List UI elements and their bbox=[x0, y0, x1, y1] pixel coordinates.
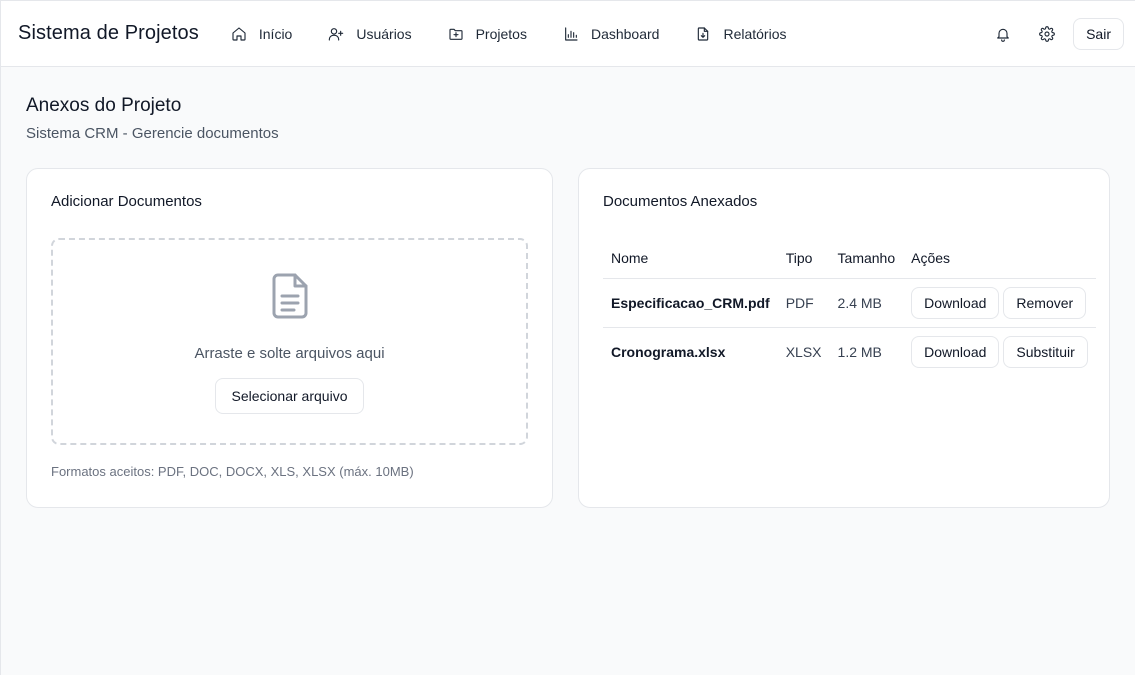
document-size: 2.4 MB bbox=[829, 278, 904, 328]
documents-card: Documentos Anexados Nome Tipo Tamanho Aç… bbox=[578, 168, 1110, 508]
brand-title: Sistema de Projetos bbox=[18, 22, 199, 44]
dropzone-text: Arraste e solte arquivos aqui bbox=[194, 345, 385, 362]
replace-button[interactable]: Substituir bbox=[1003, 335, 1088, 368]
download-button[interactable]: Download bbox=[911, 286, 1000, 319]
download-button[interactable]: Download bbox=[911, 335, 1000, 368]
column-header-tamanho: Tamanho bbox=[829, 238, 904, 279]
folder-plus-icon bbox=[449, 28, 463, 40]
upload-card: Adicionar Documentos Arraste e solte arq… bbox=[26, 168, 553, 508]
column-header-acoes: Ações bbox=[903, 238, 1096, 279]
main-nav: Início Usuários Projetos Dashboard Relat… bbox=[223, 18, 815, 50]
document-size: 1.2 MB bbox=[837, 343, 882, 360]
document-actions: Download Substituir bbox=[903, 327, 1096, 376]
nav-item-dashboard[interactable]: Dashboard bbox=[555, 18, 678, 50]
nav-item-label: Relatórios bbox=[723, 25, 787, 42]
remove-button[interactable]: Remover bbox=[1003, 286, 1087, 319]
table-row: Especificacao_CRM.pdf PDF 2.4 MB Downloa… bbox=[603, 278, 1096, 328]
content-grid: Adicionar Documentos Arraste e solte arq… bbox=[26, 168, 1110, 508]
document-type: PDF bbox=[777, 278, 830, 328]
bar-chart-icon bbox=[565, 26, 578, 41]
nav-item-label: Dashboard bbox=[590, 25, 660, 42]
nav-item-label: Início bbox=[258, 25, 293, 42]
file-download-icon bbox=[698, 26, 709, 41]
document-name: Especificacao_CRM.pdf bbox=[603, 278, 778, 328]
nav-item-usuarios[interactable]: Usuários bbox=[320, 18, 429, 50]
file-dropzone[interactable]: Arraste e solte arquivos aqui Selecionar… bbox=[51, 238, 528, 445]
table-row: Cronograma.xlsx XLSX 1.2 MB Download Sub… bbox=[603, 327, 1096, 376]
logout-button[interactable]: Sair bbox=[1073, 17, 1124, 50]
file-text-icon bbox=[268, 272, 312, 325]
select-file-button[interactable]: Selecionar arquivo bbox=[214, 378, 365, 414]
page-subtitle: Sistema CRM - Gerencie documentos bbox=[26, 125, 279, 142]
document-type: XLSX bbox=[785, 343, 822, 360]
table-header-row: Nome Tipo Tamanho Ações bbox=[603, 238, 1096, 279]
header-tools: Sair bbox=[985, 17, 1124, 50]
top-navbar: Sistema de Projetos Início Usuários Proj… bbox=[1, 1, 1135, 67]
app-window: Sistema de Projetos Início Usuários Proj… bbox=[0, 0, 1135, 675]
nav-item-label: Projetos bbox=[475, 25, 527, 42]
user-plus-icon bbox=[329, 27, 344, 41]
document-name: Cronograma.xlsx bbox=[611, 343, 726, 360]
documents-table: Nome Tipo Tamanho Ações Especificacao_CR… bbox=[603, 238, 1096, 376]
nav-item-relatorios[interactable]: Relatórios bbox=[687, 18, 804, 50]
nav-item-inicio[interactable]: Início bbox=[223, 18, 310, 50]
accepted-formats-text: Formatos aceitos: PDF, DOC, DOCX, XLS, X… bbox=[51, 464, 414, 479]
upload-card-title: Adicionar Documentos bbox=[51, 193, 202, 210]
bell-icon bbox=[997, 28, 1009, 42]
document-actions: Download Remover bbox=[903, 278, 1096, 328]
notifications-button[interactable] bbox=[985, 18, 1021, 50]
home-icon bbox=[232, 26, 246, 41]
column-header-tipo: Tipo bbox=[777, 238, 830, 279]
column-header-nome: Nome bbox=[603, 238, 778, 279]
settings-button[interactable] bbox=[1029, 18, 1065, 50]
nav-item-label: Usuários bbox=[356, 25, 412, 42]
nav-item-projetos[interactable]: Projetos bbox=[440, 18, 545, 50]
page-title: Anexos do Projeto bbox=[26, 95, 182, 116]
main-content: Anexos do Projeto Sistema CRM - Gerencie… bbox=[1, 67, 1135, 508]
documents-card-title: Documentos Anexados bbox=[603, 193, 758, 210]
gear-icon bbox=[1039, 25, 1055, 42]
